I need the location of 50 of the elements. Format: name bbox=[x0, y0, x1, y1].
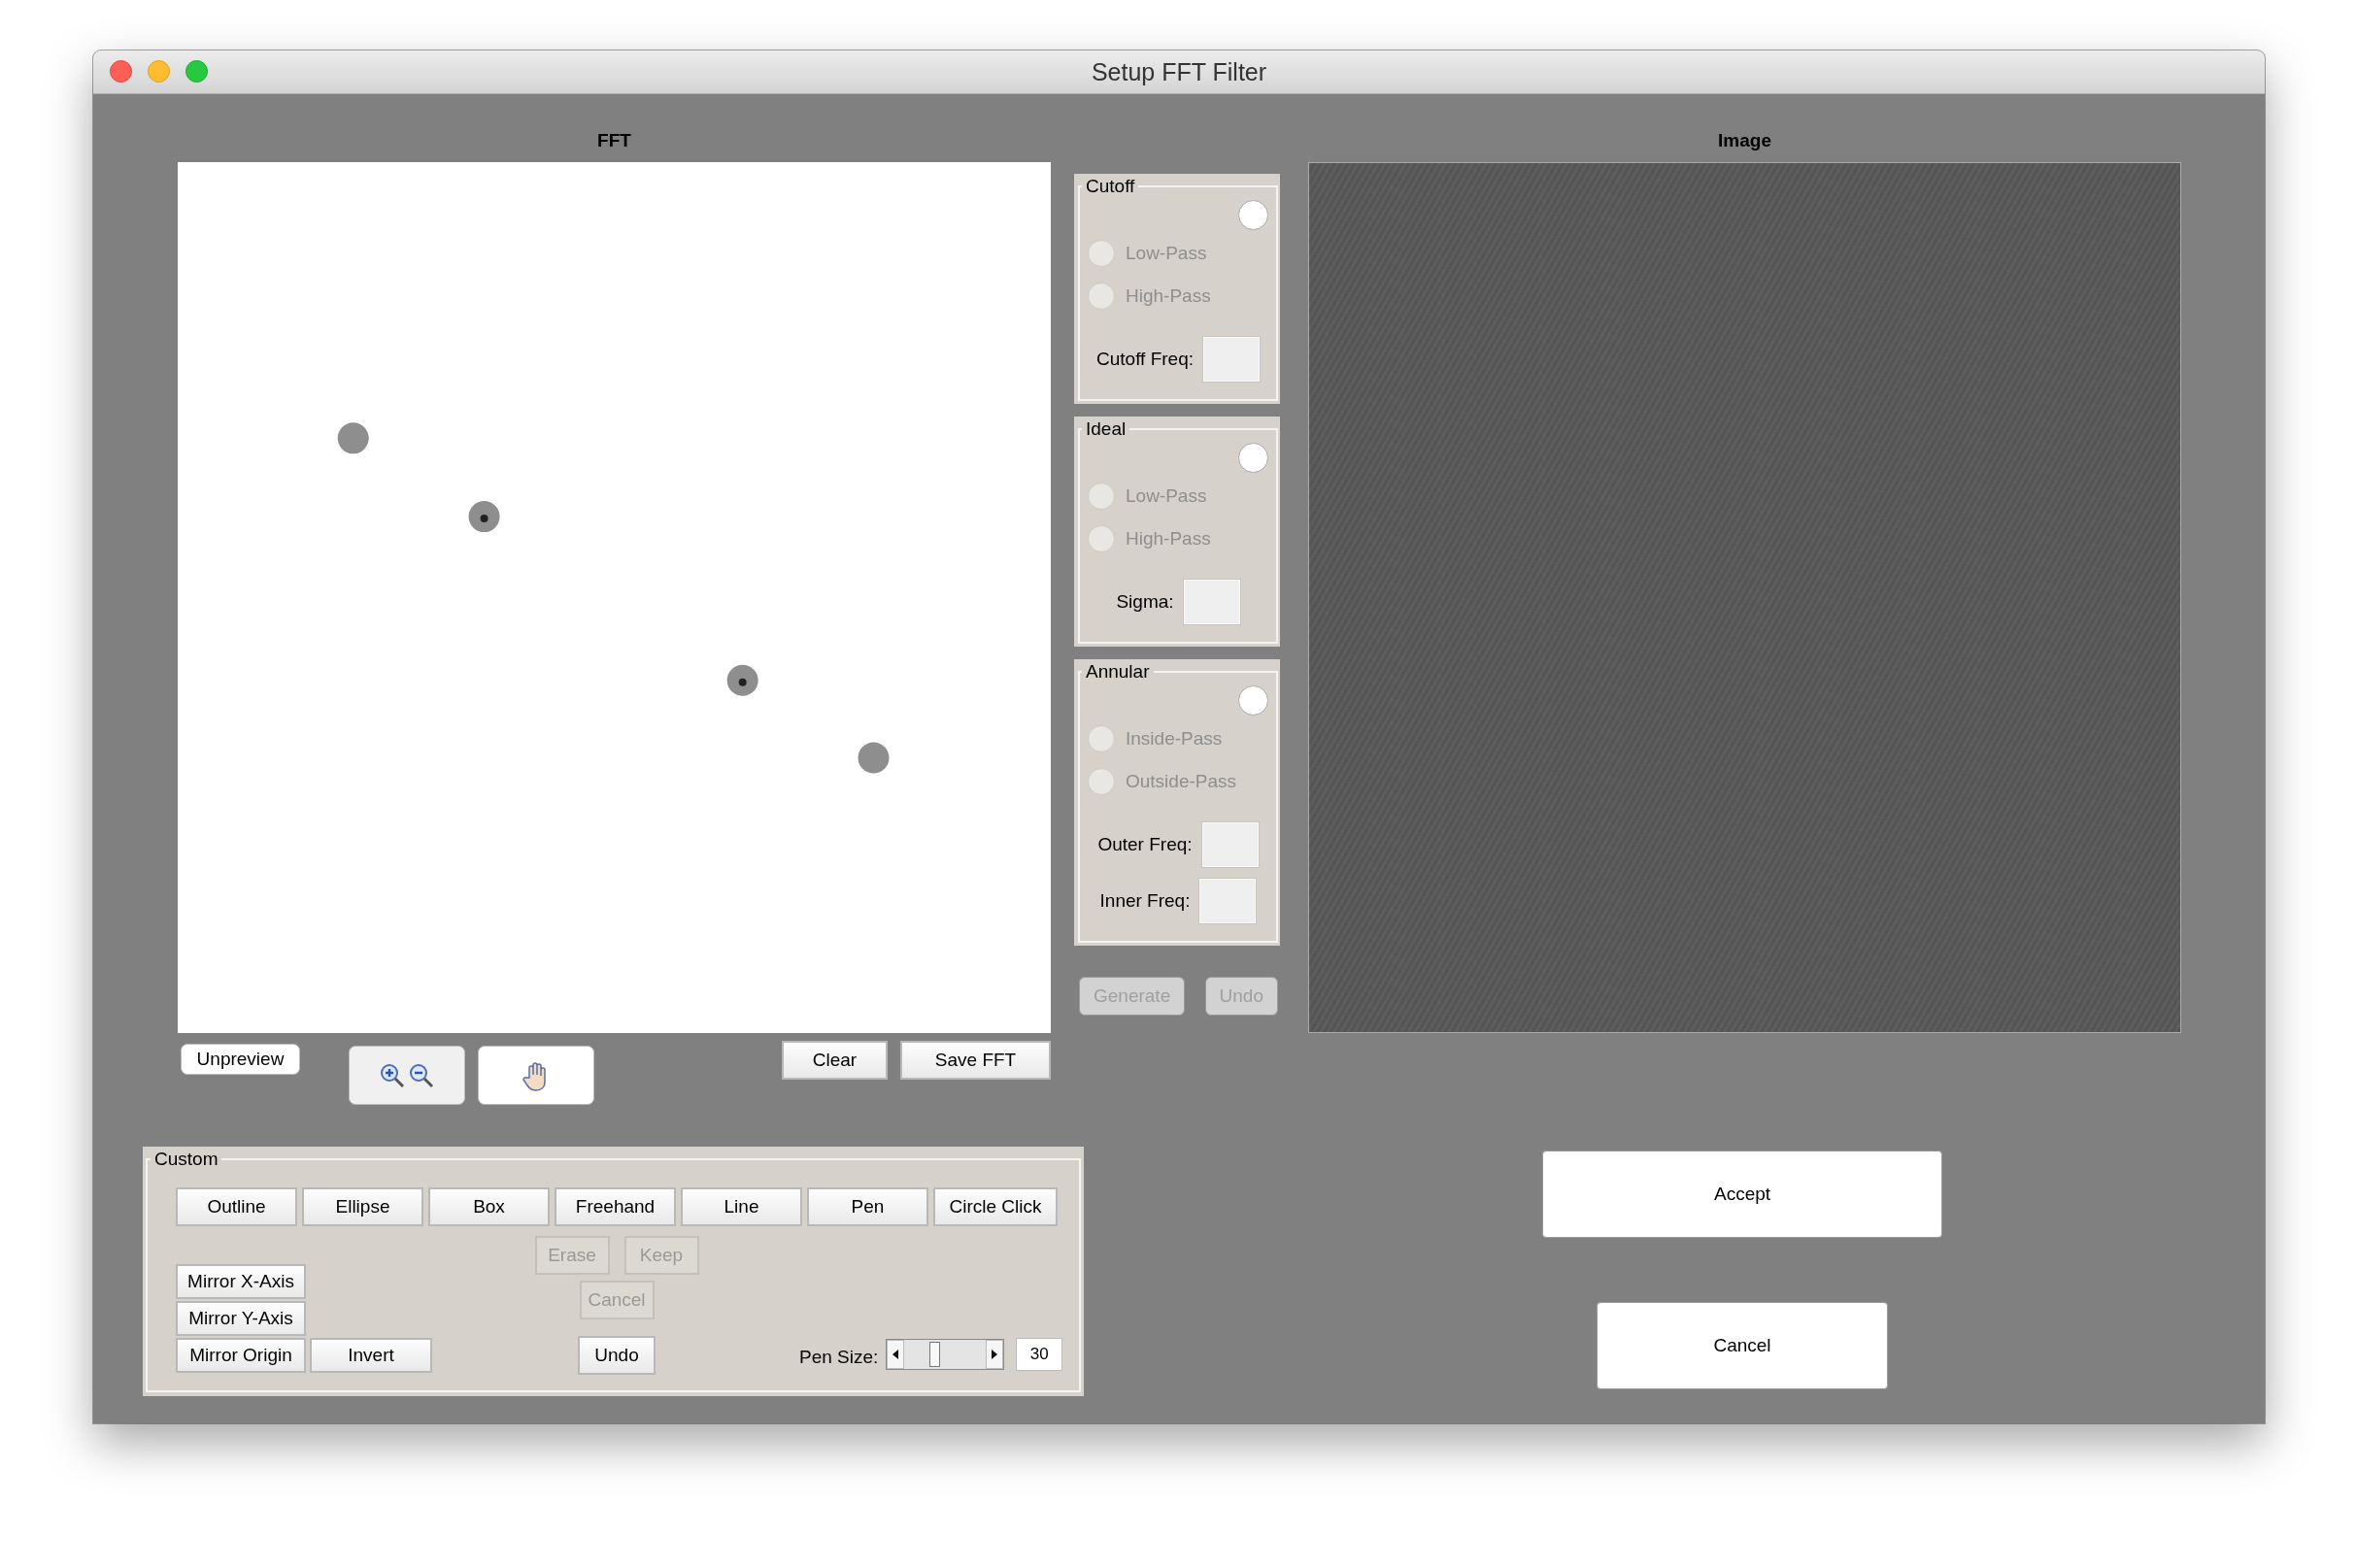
image-title: Image bbox=[1718, 129, 1771, 152]
field-label: Outer Freq: bbox=[1097, 834, 1193, 855]
group-title: Ideal bbox=[1085, 418, 1128, 440]
radio-button[interactable] bbox=[1238, 684, 1268, 716]
pen-size-value: 30 bbox=[1016, 1338, 1063, 1371]
slider-thumb[interactable] bbox=[928, 1342, 940, 1367]
clear-button[interactable]: Clear bbox=[782, 1041, 888, 1080]
pan-button[interactable] bbox=[478, 1046, 594, 1105]
fft-title: FFT bbox=[597, 129, 631, 152]
input-field[interactable] bbox=[1183, 580, 1240, 624]
mirror-button[interactable]: Mirror Origin bbox=[176, 1338, 306, 1373]
pen-size-slider[interactable] bbox=[886, 1339, 1005, 1370]
radio-button[interactable] bbox=[1238, 199, 1268, 230]
close-icon[interactable] bbox=[110, 60, 132, 83]
unpreview-button[interactable]: Unpreview bbox=[181, 1044, 300, 1075]
tool-button[interactable]: Freehand bbox=[555, 1187, 676, 1226]
minimize-icon[interactable] bbox=[148, 60, 170, 83]
save-fft-button[interactable]: Save FFT bbox=[900, 1041, 1051, 1080]
pen-size-label: Pen Size: bbox=[799, 1347, 879, 1368]
field-label: Inner Freq: bbox=[1099, 890, 1191, 912]
group-title: Custom bbox=[153, 1149, 219, 1170]
field-label: Cutoff Freq: bbox=[1096, 349, 1194, 370]
zoom-in-icon bbox=[379, 1061, 406, 1089]
left-arrow-icon bbox=[892, 1350, 900, 1359]
group-title: Cutoff bbox=[1085, 176, 1136, 197]
cancel-button[interactable]: Cancel bbox=[1597, 1302, 1888, 1389]
increase-button[interactable] bbox=[986, 1340, 1004, 1369]
window-title: Setup FFT Filter bbox=[1091, 57, 1267, 86]
maximize-icon[interactable] bbox=[185, 60, 208, 83]
group-title: Annular bbox=[1085, 661, 1151, 683]
right-arrow-icon bbox=[991, 1350, 999, 1359]
field-label: Sigma: bbox=[1116, 591, 1174, 613]
zoom-button[interactable] bbox=[349, 1046, 465, 1105]
undo-button[interactable]: Undo bbox=[578, 1336, 656, 1375]
tool-button[interactable]: Ellipse bbox=[302, 1187, 423, 1226]
input-field[interactable] bbox=[1201, 822, 1259, 867]
accept-button[interactable]: Accept bbox=[1542, 1151, 1942, 1238]
zoom-out-icon bbox=[408, 1061, 435, 1089]
mirror-button[interactable]: Mirror Y-Axis bbox=[176, 1301, 306, 1336]
invert-button[interactable]: Invert bbox=[310, 1338, 432, 1373]
tool-button[interactable]: Box bbox=[428, 1187, 550, 1226]
tool-button[interactable]: Circle Click bbox=[933, 1187, 1058, 1226]
tool-button[interactable]: Pen bbox=[807, 1187, 928, 1226]
tool-button[interactable]: Line bbox=[681, 1187, 802, 1226]
input-field[interactable] bbox=[1203, 337, 1260, 382]
decrease-button[interactable] bbox=[887, 1340, 905, 1369]
tool-button[interactable]: Outline bbox=[176, 1187, 297, 1226]
input-field[interactable] bbox=[1199, 879, 1257, 923]
radio-button[interactable] bbox=[1238, 442, 1268, 473]
mirror-button[interactable]: Mirror X-Axis bbox=[176, 1264, 306, 1299]
